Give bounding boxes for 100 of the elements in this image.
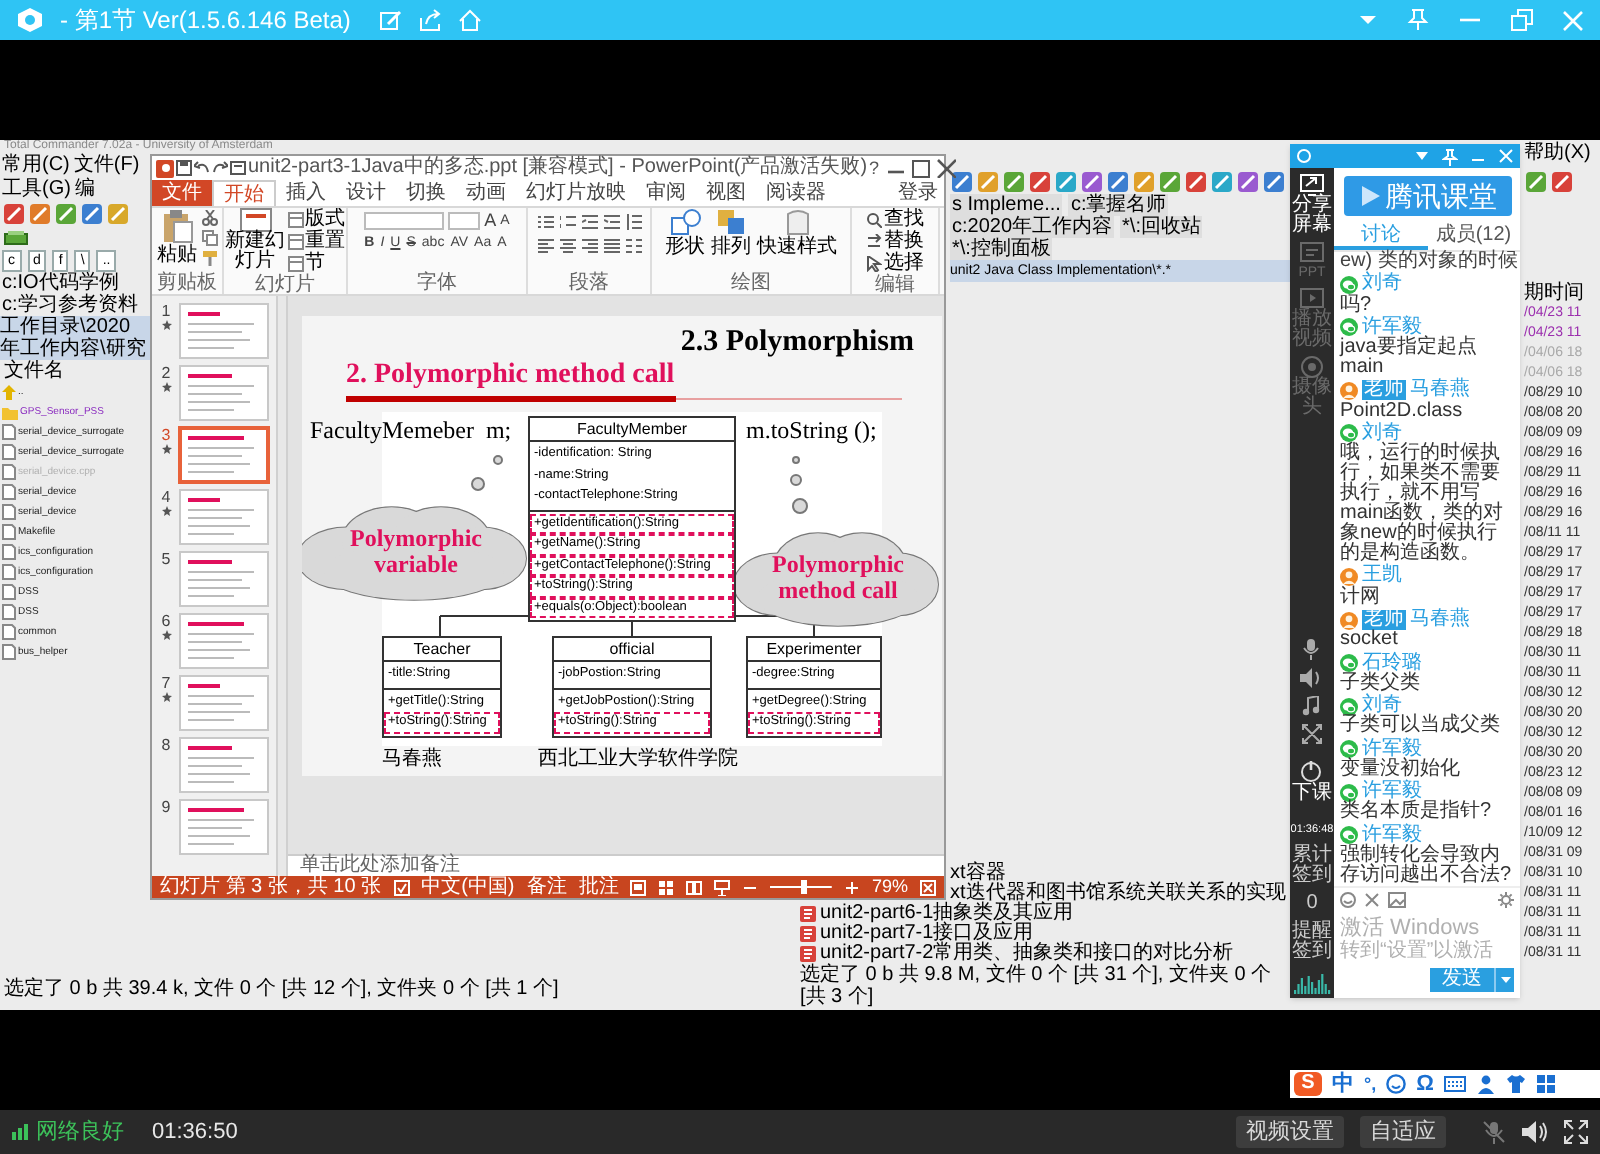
- line-spacing-icon[interactable]: [625, 214, 641, 230]
- redo-icon[interactable]: [212, 160, 228, 176]
- align-left-icon[interactable]: [537, 238, 553, 254]
- font-size-button[interactable]: A: [484, 212, 497, 230]
- ribbon-button[interactable]: 替换: [884, 230, 924, 252]
- person-icon[interactable]: [1475, 1074, 1496, 1094]
- settings-icon[interactable]: [1498, 891, 1514, 907]
- emoji-icon[interactable]: [1386, 1074, 1407, 1094]
- normal-view-icon[interactable]: [630, 879, 647, 895]
- notes-button[interactable]: 备注: [526, 876, 567, 898]
- ribbon-tab[interactable]: 动画: [456, 180, 516, 206]
- player-button[interactable]: 自适应: [1360, 1116, 1446, 1148]
- menu-item[interactable]: 帮助(X): [1524, 140, 1591, 171]
- folder-tab[interactable]: c:学习参考资料: [2, 294, 138, 316]
- ribbon-tab[interactable]: 文件: [152, 180, 212, 206]
- power-icon[interactable]: [1300, 760, 1323, 782]
- slides-icon[interactable]: [1300, 242, 1324, 264]
- image-icon[interactable]: [1388, 891, 1406, 907]
- reading-view-icon[interactable]: [686, 879, 703, 895]
- folder-tab[interactable]: *\:控制面板: [950, 238, 1053, 261]
- tool-label[interactable]: 分享屏幕: [1292, 196, 1332, 236]
- layout-icon[interactable]: [287, 211, 303, 227]
- justify-icon[interactable]: [603, 238, 619, 254]
- align-right-icon[interactable]: [581, 238, 597, 254]
- scissors-icon[interactable]: [1364, 891, 1380, 907]
- music-note-icon[interactable]: [1302, 696, 1321, 716]
- ribbon-tab[interactable]: 幻灯片放映: [516, 180, 636, 206]
- expand-icon[interactable]: [1301, 724, 1322, 744]
- caret-icon[interactable]: [1414, 148, 1430, 164]
- video-icon[interactable]: [1300, 288, 1324, 310]
- scissors-icon[interactable]: [201, 210, 217, 226]
- ribbon-tab[interactable]: 审阅: [636, 180, 696, 206]
- menu-item[interactable]: 常用(C): [2, 154, 70, 178]
- slider-thumb[interactable]: [801, 880, 808, 894]
- pointer-icon[interactable]: [866, 255, 882, 271]
- ribbon-tab[interactable]: 设计: [336, 180, 396, 206]
- ribbon-tab[interactable]: 切换: [396, 180, 456, 206]
- slide-thumbnail[interactable]: [178, 488, 270, 546]
- muted-microphone-icon[interactable]: [1482, 1120, 1506, 1144]
- end-class-button[interactable]: 下课: [1291, 782, 1332, 804]
- chat-tab[interactable]: 成员(12): [1427, 224, 1520, 250]
- ribbon-button[interactable]: 形状: [665, 208, 705, 258]
- indent-icon[interactable]: [603, 214, 619, 230]
- folder-tab[interactable]: c:掌握名师: [1068, 194, 1169, 217]
- zoom-level[interactable]: 79%: [871, 876, 908, 898]
- align-center-icon[interactable]: [559, 238, 575, 254]
- toolbar-icons-drawing[interactable]: [950, 170, 1286, 195]
- font-name-field[interactable]: [364, 212, 445, 230]
- grid-icon[interactable]: [1535, 1074, 1556, 1094]
- comments-button[interactable]: 批注: [578, 876, 619, 898]
- save-icon[interactable]: [176, 160, 192, 176]
- menu-item[interactable]: 编: [74, 178, 95, 202]
- keyboard-icon[interactable]: [1443, 1076, 1466, 1092]
- microphone-icon[interactable]: [1302, 638, 1321, 660]
- paste-button[interactable]: 粘贴: [157, 208, 197, 266]
- slideshow-icon[interactable]: [714, 879, 731, 895]
- menu-item[interactable]: 工具(G): [2, 178, 71, 202]
- scrollbar[interactable]: [276, 296, 288, 876]
- new-slide-button[interactable]: 新建幻灯片: [225, 208, 285, 274]
- ribbon-button[interactable]: 排列: [711, 208, 751, 258]
- numbering-icon[interactable]: [559, 214, 575, 230]
- shirt-icon[interactable]: [1505, 1074, 1526, 1094]
- slide-thumbnail[interactable]: [178, 612, 270, 670]
- replace-icon[interactable]: [866, 233, 882, 249]
- folder-tab[interactable]: s Impleme...: [950, 194, 1063, 217]
- help-button[interactable]: ?: [869, 158, 880, 178]
- ribbon-tab[interactable]: 插入: [276, 180, 336, 206]
- search-icon[interactable]: [866, 211, 882, 227]
- fullscreen-icon[interactable]: [1564, 1120, 1588, 1144]
- slide-thumbnail[interactable]: [178, 736, 270, 794]
- ribbon-button[interactable]: 快速样式: [757, 208, 837, 258]
- bullets-icon[interactable]: [537, 214, 553, 230]
- speaker-icon[interactable]: [1300, 668, 1323, 688]
- ribbon-button[interactable]: 重置: [305, 230, 345, 252]
- slide-thumbnail[interactable]: [178, 674, 270, 732]
- speaker-icon[interactable]: [1522, 1120, 1548, 1144]
- sign-in-link[interactable]: 登录: [898, 180, 944, 206]
- column-header[interactable]: 期时间: [1524, 282, 1584, 305]
- maximize-icon[interactable]: [909, 158, 930, 178]
- zoom-in-icon[interactable]: [843, 879, 860, 895]
- drive-icon[interactable]: [4, 230, 28, 246]
- menu-item[interactable]: 文件(F): [73, 154, 140, 178]
- spellcheck-icon[interactable]: [393, 879, 410, 895]
- ribbon-tab[interactable]: 阅读器: [756, 180, 836, 206]
- slide-thumbnail[interactable]: [178, 302, 270, 360]
- send-options-button[interactable]: [1494, 968, 1514, 992]
- font-size-field[interactable]: [448, 212, 481, 230]
- column-header[interactable]: 文件名: [4, 360, 64, 382]
- ribbon-button[interactable]: 版式: [305, 208, 345, 230]
- ribbon-tab[interactable]: 开始: [212, 180, 276, 206]
- layout-icon[interactable]: [287, 255, 303, 271]
- folder-tab[interactable]: *\:回收站: [1120, 216, 1203, 239]
- layout-icon[interactable]: [287, 233, 303, 249]
- undo-icon[interactable]: [194, 160, 210, 176]
- file-name[interactable]: unit2-part7-2常用类、抽象类和接口的对比分析: [820, 944, 1234, 965]
- pin-icon[interactable]: [1442, 147, 1458, 165]
- outdent-icon[interactable]: [581, 214, 597, 230]
- slide-thumbnail[interactable]: [178, 550, 270, 608]
- ribbon-button[interactable]: 查找: [884, 208, 924, 230]
- folder-tab[interactable]: c:IO代码学例: [2, 272, 119, 294]
